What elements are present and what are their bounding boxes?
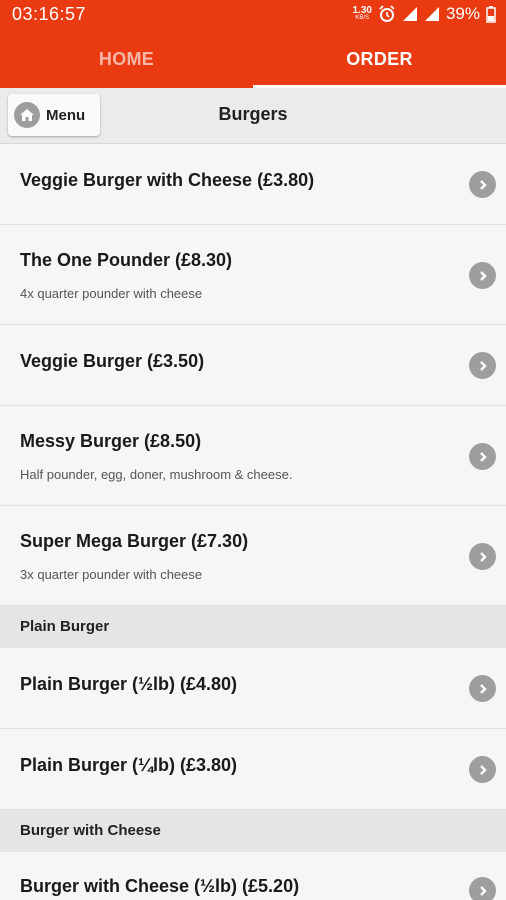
section-header: Burger with Cheese [0, 810, 506, 852]
battery-icon [486, 5, 496, 23]
item-name: Super Mega Burger (£7.30) [20, 531, 249, 551]
signal-icon-2 [424, 7, 439, 21]
item-name: Veggie Burger with Cheese (£3.80) [20, 170, 315, 190]
chevron-right-icon[interactable] [469, 352, 496, 379]
status-bar: 03:16:57 1.30 KB/S 39% [0, 0, 506, 30]
chevron-right-icon[interactable] [469, 756, 496, 783]
list-item[interactable]: Burger with Cheese (½lb) (£5.20) [0, 852, 506, 900]
item-name: The One Pounder (£8.30) [20, 250, 233, 270]
item-name: Plain Burger (¼lb) (£3.80) [20, 755, 238, 775]
item-name: Veggie Burger (£3.50) [20, 351, 205, 371]
network-speed-value: 1.30 [352, 5, 372, 16]
battery-percent: 39% [445, 4, 480, 23]
list-item[interactable]: Plain Burger (½lb) (£4.80) [0, 648, 506, 729]
list-item[interactable]: Messy Burger (£8.50) Half pounder, egg, … [0, 406, 506, 506]
list-item[interactable]: Veggie Burger (£3.50) [0, 325, 506, 406]
signal-icon [402, 7, 417, 21]
item-description: Half pounder, egg, doner, mushroom & che… [20, 467, 293, 482]
item-name: Messy Burger (£8.50) [20, 431, 202, 451]
list-item[interactable]: Veggie Burger with Cheese (£3.80) [0, 144, 506, 225]
chevron-right-icon[interactable] [469, 675, 496, 702]
chevron-right-icon[interactable] [469, 877, 496, 900]
status-icons: 1.30 KB/S 39% [353, 4, 497, 24]
list-item[interactable]: The One Pounder (£8.30) 4x quarter pound… [0, 225, 506, 325]
item-name: Plain Burger (½lb) (£4.80) [20, 674, 238, 694]
list-item[interactable]: Super Mega Burger (£7.30) 3x quarter pou… [0, 506, 506, 606]
network-speed-unit: KB/S [355, 15, 370, 21]
chevron-right-icon[interactable] [469, 171, 496, 198]
network-speed: 1.30 KB/S [353, 6, 372, 22]
item-description: 3x quarter pounder with cheese [20, 567, 203, 582]
page-title: Burgers [218, 104, 288, 124]
chevron-right-icon[interactable] [469, 262, 496, 289]
chevron-right-icon[interactable] [469, 443, 496, 470]
section-header: Plain Burger [0, 606, 506, 648]
tab-bar: HOME ORDER [0, 30, 506, 88]
status-time: 03:16:57 [12, 4, 87, 24]
item-name: Burger with Cheese (½lb) (£5.20) [20, 876, 300, 896]
alarm-icon [379, 5, 395, 22]
toolbar: Menu Burgers [0, 88, 506, 144]
tab-order[interactable]: ORDER [253, 30, 506, 88]
item-description: 4x quarter pounder with cheese [20, 286, 203, 301]
section-label: Plain Burger [20, 618, 110, 635]
section-label: Burger with Cheese [20, 822, 161, 839]
menu-list: Veggie Burger with Cheese (£3.80) The On… [0, 144, 506, 900]
list-item[interactable]: Plain Burger (¼lb) (£3.80) [0, 729, 506, 810]
chevron-right-icon[interactable] [469, 543, 496, 570]
tab-home[interactable]: HOME [0, 30, 253, 88]
